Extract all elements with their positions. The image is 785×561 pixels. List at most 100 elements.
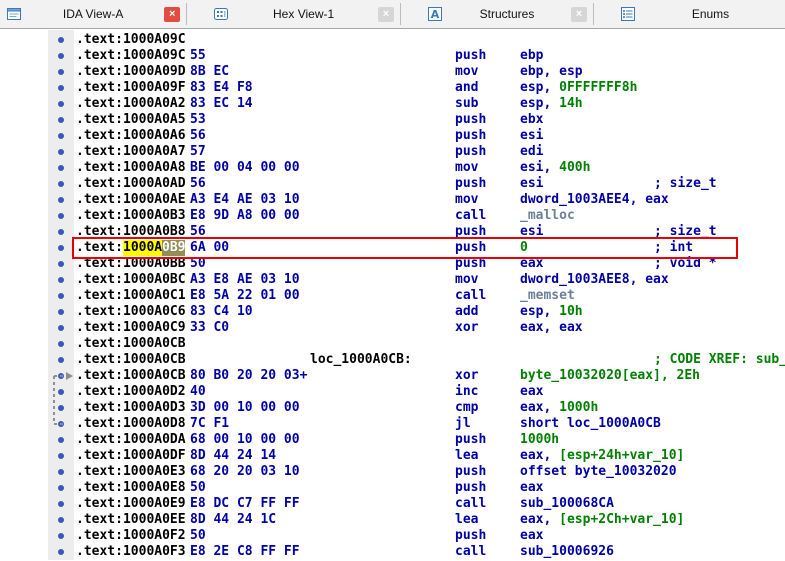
structures-icon: A xyxy=(427,6,443,22)
mnemonic: push xyxy=(455,528,487,543)
library-function-name: _memset xyxy=(520,288,575,303)
hex-view-icon xyxy=(213,6,229,22)
operands: eax xyxy=(520,480,543,496)
operand-value: 400h xyxy=(559,160,591,175)
mnemonic: add xyxy=(455,304,479,319)
listing-row[interactable]: .text:1000A0DA 68 00 10 00 00 push 1000h xyxy=(58,432,785,448)
listing-row[interactable]: .text:1000A09F 83 E4 F8 and esp, 0FFFFFFF8h xyxy=(58,80,785,96)
operands: esi xyxy=(520,224,543,240)
opcode-bytes: 50 xyxy=(190,256,206,271)
close-icon[interactable]: × xyxy=(164,6,181,22)
listing-row[interactable]: .text:1000A0E8 50 push eax xyxy=(58,480,785,496)
address: .text:1000A0DF xyxy=(76,448,186,463)
listing-row[interactable]: .text:1000A0CB loc_1000A0CB: ; CODE XREF: … xyxy=(58,352,785,368)
opcode-bytes: E8 9D A8 00 00 xyxy=(190,208,300,223)
listing-row[interactable]: .text:1000A0EE 8D 44 24 1C lea eax, [esp+2C… xyxy=(58,512,785,528)
library-function-name: _malloc xyxy=(520,208,575,223)
address: .text:1000A0C6 xyxy=(76,304,186,319)
operand-value: byte_10032020[eax], 2Eh xyxy=(520,368,701,383)
listing-row[interactable]: .text:1000A09D 8B EC mov ebp, esp xyxy=(58,64,785,80)
opcode-bytes: 83 E4 F8 xyxy=(190,80,253,95)
opcode-bytes: 80 B0 20 20 03+ xyxy=(190,368,308,383)
listing-row[interactable]: .text:1000A0A2 83 EC 14 sub esp, 14h xyxy=(58,96,785,112)
mnemonic: push xyxy=(455,464,487,479)
tab-ida-view-a[interactable]: IDA View-A × xyxy=(0,0,186,28)
opcode-bytes: A3 E4 AE 03 10 xyxy=(190,192,300,207)
mnemonic: call xyxy=(455,288,487,303)
operands: eax, 1000h xyxy=(520,400,598,416)
operands: eax xyxy=(520,256,543,272)
comment: ; void * xyxy=(654,256,717,271)
listing-row[interactable]: .text:1000A0AE A3 E4 AE 03 10 mov dword_100… xyxy=(58,192,785,208)
listing-row[interactable]: .text:1000A0AD 56 push esi ; size_t xyxy=(58,176,785,192)
listing-row[interactable]: .text:1000A0C6 83 C4 10 add esp, 10h xyxy=(58,304,785,320)
listing-row[interactable]: .text:1000A0DF 8D 44 24 14 lea eax, [esp+24… xyxy=(58,448,785,464)
tab-hex-view-1[interactable]: Hex View-1 × xyxy=(187,0,400,28)
address: .text:1000A0B3 xyxy=(76,208,186,223)
operands: byte_10032020[eax], 2Eh xyxy=(520,368,700,384)
operand: esi, xyxy=(520,160,560,175)
opcode-bytes: 33 C0 xyxy=(190,320,230,335)
mnemonic: xor xyxy=(455,368,479,383)
mnemonic: xor xyxy=(455,320,479,335)
address: .text:1000A0F2 xyxy=(76,528,186,543)
listing-row[interactable]: .text:1000A0C1 E8 5A 22 01 00 call _memset xyxy=(58,288,785,304)
operands: dword_1003AEE4, eax xyxy=(520,192,669,208)
address: .text:1000A0C9 xyxy=(76,320,186,335)
listing-row[interactable]: .text:1000A0A6 56 push esi xyxy=(58,128,785,144)
mnemonic: lea xyxy=(455,448,479,463)
operands: sub_10006926 xyxy=(520,544,614,560)
operands: ebx xyxy=(520,112,543,128)
operand-value: 0FFFFFFF8h xyxy=(559,80,638,95)
listing-row[interactable]: .text: 1000A 0B9 6A 00 push 0 ; int xyxy=(58,240,785,256)
opcode-bytes: 83 C4 10 xyxy=(190,304,253,319)
address: .text:1000A0BC xyxy=(76,272,186,287)
listing-row[interactable]: .text:1000A09C 55 push ebp xyxy=(58,48,785,64)
opcode-bytes: 3D 00 10 00 00 xyxy=(190,400,300,415)
operands: offset byte_10032020 xyxy=(520,464,677,480)
listing-row[interactable]: .text:1000A0CB 80 B0 20 20 03+ xor byte_100… xyxy=(58,368,785,384)
address: .text:1000A09D xyxy=(76,64,186,79)
listing-row[interactable]: .text:1000A0C9 33 C0 xor eax, eax xyxy=(58,320,785,336)
operand-value: 0 xyxy=(520,240,528,255)
listing-row[interactable]: .text:1000A0A8 BE 00 04 00 00 mov esi, 400h xyxy=(58,160,785,176)
listing-row[interactable]: .text:1000A0BB 50 push eax ; void * xyxy=(58,256,785,272)
operand: eax xyxy=(520,256,544,271)
listing-row[interactable]: .text:1000A0E9 E8 DC C7 FF FF call sub_1000… xyxy=(58,496,785,512)
listing-row[interactable]: .text:1000A0F3 E8 2E C8 FF FF call sub_1000… xyxy=(58,544,785,560)
address: .text:1000A0E9 xyxy=(76,496,186,511)
listing-row[interactable]: .text:1000A0D3 3D 00 10 00 00 cmp eax, 1000… xyxy=(58,400,785,416)
listing-row[interactable]: .text:1000A0BC A3 E8 AE 03 10 mov dword_100… xyxy=(58,272,785,288)
address: .text:1000A0D2 xyxy=(76,384,186,399)
operands: eax, eax xyxy=(520,320,583,336)
mnemonic: lea xyxy=(455,512,479,527)
operand: esi xyxy=(520,128,544,143)
close-icon[interactable]: × xyxy=(378,6,394,22)
close-icon[interactable]: × xyxy=(570,6,587,22)
listing-row[interactable]: .text:1000A0E3 68 20 20 03 10 push offset b… xyxy=(58,464,785,480)
listing-row[interactable]: .text:1000A0D8 7C F1 jl short loc_1000A0CB xyxy=(58,416,785,432)
opcode-bytes: 8D 44 24 14 xyxy=(190,448,277,463)
listing-row[interactable]: .text:1000A0CB xyxy=(58,336,785,352)
listing-row[interactable]: .text:1000A0F2 50 push eax xyxy=(58,528,785,544)
operand: ebp xyxy=(520,48,544,63)
listing-row[interactable]: .text:1000A0A7 57 push edi xyxy=(58,144,785,160)
tab-structures[interactable]: A Structures × xyxy=(401,0,593,28)
listing-row[interactable]: .text:1000A0B3 E8 9D A8 00 00 call _malloc xyxy=(58,208,785,224)
listing-row[interactable]: .text:1000A0D2 40 inc eax xyxy=(58,384,785,400)
tab-enums[interactable]: Enums xyxy=(594,0,785,28)
opcode-bytes: 56 xyxy=(190,224,206,239)
operand: dword_1003AEE8, eax xyxy=(520,272,669,287)
opcode-bytes: 50 xyxy=(190,528,206,543)
address: .text:1000A0C1 xyxy=(76,288,186,303)
highlighted-address-text: 1000A xyxy=(123,240,163,256)
operand: eax xyxy=(520,480,544,495)
mnemonic: call xyxy=(455,496,487,511)
opcode-bytes: E8 5A 22 01 00 xyxy=(190,288,300,303)
listing-row[interactable]: .text:1000A0B8 56 push esi ; size_t xyxy=(58,224,785,240)
listing-row[interactable]: .text:1000A09C xyxy=(58,32,785,48)
operand: dword_1003AEE4, eax xyxy=(520,192,669,207)
listing-row[interactable]: .text:1000A0A5 53 push ebx xyxy=(58,112,785,128)
operands: dword_1003AEE8, eax xyxy=(520,272,669,288)
address: .text:1000A0A8 xyxy=(76,160,186,175)
